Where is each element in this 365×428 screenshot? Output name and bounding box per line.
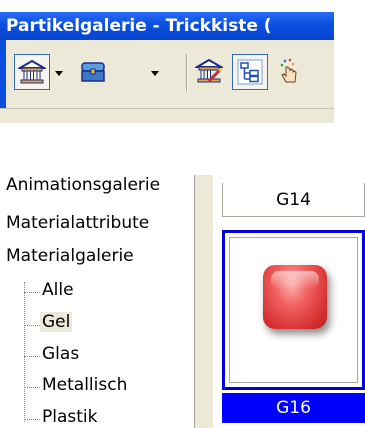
tree-item-gel[interactable]: Gel <box>40 312 73 332</box>
tree-item-glas[interactable]: Glas <box>42 344 79 364</box>
toolbar-separator <box>186 54 188 92</box>
tree-branch-line <box>24 387 40 388</box>
thumbnail-frame <box>229 237 358 383</box>
particle-gallery-window: Partikelgalerie - Trickkiste ( <box>0 0 334 123</box>
tree-item-alle[interactable]: Alle <box>42 280 74 300</box>
gallery-item-label-selected[interactable]: G16 <box>222 393 365 423</box>
chest-button[interactable] <box>76 54 112 90</box>
tree-branch-line <box>24 356 40 357</box>
tree-item-animationsgalerie[interactable]: Animationsgalerie <box>6 175 160 195</box>
tree-branch-line <box>24 325 40 326</box>
hand-sparkle-button[interactable] <box>272 54 308 90</box>
window-frame-edge <box>0 40 6 108</box>
building-dropdown-arrow-icon[interactable] <box>54 68 64 78</box>
tree-view-button[interactable] <box>232 54 268 90</box>
tree-branch-line <box>24 419 40 420</box>
toolbar-bottom-divider <box>0 108 334 123</box>
gallery-thumbnail-selected[interactable] <box>222 230 365 390</box>
tree-item-materialgalerie[interactable]: Materialgalerie <box>6 246 134 266</box>
window-title: Partikelgalerie - Trickkiste ( <box>0 12 334 40</box>
tree-connector-line <box>24 282 25 422</box>
building-edit-icon <box>195 58 223 83</box>
gallery-item-label[interactable]: G14 <box>222 183 365 217</box>
tree-view-icon <box>237 59 263 85</box>
panel-splitter[interactable] <box>194 175 214 428</box>
tree-branch-line <box>24 292 40 293</box>
tree-item-materialattribute[interactable]: Materialattribute <box>6 213 149 233</box>
building-button[interactable] <box>14 54 50 90</box>
tree-item-plastik[interactable]: Plastik <box>42 407 97 427</box>
tree-item-metallisch[interactable]: Metallisch <box>42 375 127 395</box>
hand-sparkle-icon <box>280 58 297 83</box>
building-edit-button[interactable] <box>192 54 228 90</box>
chest-icon <box>81 62 105 82</box>
building-icon <box>18 59 46 84</box>
chest-dropdown-arrow-icon[interactable] <box>150 68 160 78</box>
gel-button-preview <box>263 265 327 329</box>
